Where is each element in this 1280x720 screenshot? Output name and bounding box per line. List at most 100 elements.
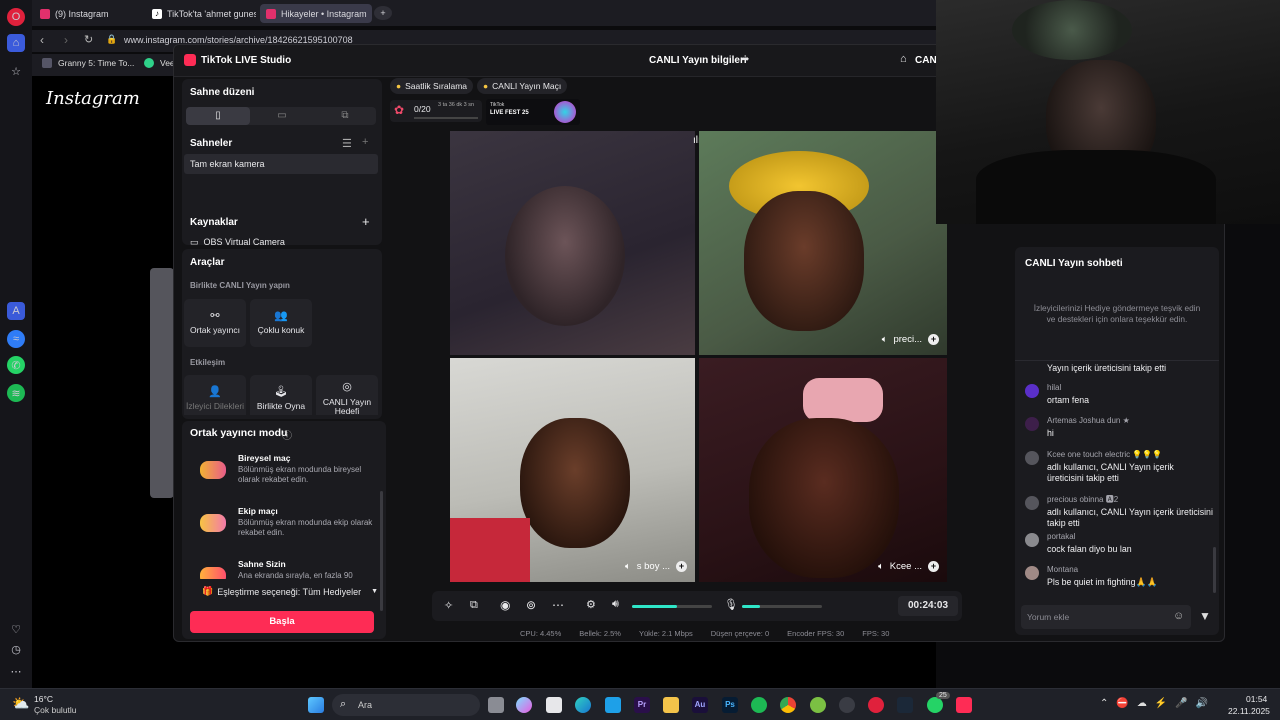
more-options-icon[interactable]: ⋯ <box>552 598 564 612</box>
clock-date[interactable]: 22.11.2025 <box>1228 706 1270 716</box>
avatar <box>1025 533 1039 547</box>
add-icon[interactable]: + <box>928 333 939 345</box>
explorer-icon[interactable] <box>663 697 679 713</box>
video-tile-3[interactable]: 🔈︎ s boy ... + <box>450 358 695 582</box>
copilot-icon[interactable] <box>516 697 532 713</box>
emoji-icon[interactable]: ☺ <box>1173 610 1184 622</box>
solo-match-item[interactable]: Bireysel maç Bölünmüş ekran modunda bire… <box>194 453 374 499</box>
messenger-icon[interactable]: ≈ <box>7 330 25 348</box>
story-preview-left[interactable] <box>150 268 174 498</box>
volume-icon[interactable]: 🔊︎ <box>612 598 619 611</box>
live-info-title[interactable]: CANLI Yayın bilgileri <box>649 55 747 66</box>
microphone-icon[interactable]: 🎙︎ <box>724 598 738 611</box>
camera-flip-icon[interactable]: ⊚ <box>526 598 536 612</box>
edge-icon[interactable] <box>575 697 591 713</box>
start-button[interactable]: Başla <box>190 611 374 633</box>
add-icon[interactable]: + <box>676 560 687 572</box>
gift-goal-widget[interactable]: ✿ 0/20 3 ta 36 dk 3 sn <box>390 100 482 122</box>
task-view-icon[interactable] <box>488 697 504 713</box>
chat-user[interactable]: Montana <box>1047 565 1078 575</box>
viewer-wishes-button[interactable]: 👤 İzleyici Dilekleri <box>184 375 246 415</box>
record-icon[interactable]: ◉ <box>500 598 510 612</box>
tray-icons[interactable]: ⌃⛔☁⚡🎤🔊 <box>1100 698 1216 709</box>
reload-icon[interactable]: ↻ <box>84 33 93 46</box>
aria-icon[interactable]: A <box>7 302 25 320</box>
guest-name-pill[interactable]: 🔈︎ Kcee ... + <box>878 558 939 574</box>
scene-item[interactable]: Tam ekran kamera <box>184 154 378 174</box>
chat-user[interactable]: Kcee one touch electric 💡💡💡 <box>1047 450 1162 460</box>
star-icon[interactable]: ☆ <box>7 62 25 80</box>
add-source-icon[interactable]: + <box>362 214 370 229</box>
chat-user[interactable]: Artemas Joshua dun ★ <box>1047 416 1130 426</box>
home-icon[interactable]: ⌂ <box>900 53 907 65</box>
landscape-layout-icon[interactable]: ▭ <box>250 107 314 125</box>
new-tab-button[interactable]: + <box>374 6 392 20</box>
live-chat-panel: CANLI Yayın sohbeti İzleyicilerinizi Hed… <box>1015 247 1219 635</box>
chat-message: Yayın içerik üreticisini takip etti <box>1023 363 1219 377</box>
weather-icon[interactable]: ⛅ <box>12 695 29 712</box>
cohost-button[interactable]: ⚯ Ortak yayıncı <box>184 299 246 347</box>
add-icon[interactable]: + <box>928 560 939 572</box>
portrait-layout-icon[interactable]: ▯ <box>186 107 250 125</box>
opera-icon[interactable] <box>868 697 884 713</box>
taskbar-search[interactable]: ⌕ Ara <box>332 694 480 716</box>
whatsapp-icon[interactable]: ✆ <box>7 356 25 374</box>
tab-tiktok[interactable]: ♪ TikTok'ta 'ahmet gunes' b <box>146 4 256 23</box>
tab-stories[interactable]: Hikayeler • Instagram <box>260 4 372 23</box>
video-tile-2[interactable]: 🔈︎ preci... + <box>699 131 947 355</box>
spotify-icon[interactable]: ≋ <box>7 384 25 402</box>
chat-user[interactable]: portakal <box>1047 532 1075 542</box>
bookmark-veel[interactable]: Veel <box>144 58 177 68</box>
windows-start-icon[interactable] <box>308 697 324 713</box>
guest-name-pill[interactable]: 🔈︎ preci... + <box>882 331 939 347</box>
source-item[interactable]: ▭ OBS Virtual Camera <box>190 237 285 245</box>
chat-scrollbar[interactable] <box>1213 547 1216 593</box>
store-icon[interactable] <box>546 697 562 713</box>
stage-yours-item[interactable]: Sahne Sizin Ana ekranda sırayla, en fazl… <box>194 559 374 579</box>
share-icon[interactable]: ➦ <box>741 54 749 65</box>
video-tile-1[interactable] <box>450 131 695 355</box>
add-scene-icon[interactable]: + <box>362 136 368 148</box>
video-tile-4[interactable]: 🔈︎ Kcee ... + <box>699 358 947 582</box>
clock-time[interactable]: 01:54 <box>1246 694 1267 704</box>
opera-logo-icon[interactable]: O <box>7 8 25 26</box>
filter-icon[interactable]: ▼ <box>1199 609 1211 623</box>
heart-icon[interactable]: ♡ <box>7 620 25 638</box>
tab-instagram[interactable]: (9) Instagram <box>34 4 142 23</box>
steam-icon[interactable] <box>897 697 913 713</box>
forward-icon[interactable]: › <box>64 33 68 47</box>
app-icon-2[interactable] <box>839 697 855 713</box>
help-icon[interactable]: ⓘ <box>282 427 292 442</box>
chat-user[interactable]: precious obinna 🅰2 <box>1047 495 1118 505</box>
live-fest-banner[interactable]: TikTok LIVE FEST 25 <box>486 99 580 125</box>
bookmark-granny[interactable]: Granny 5: Time To... <box>42 58 134 68</box>
history-icon[interactable]: ◷ <box>7 640 25 658</box>
chrome-icon[interactable] <box>780 697 796 713</box>
chat-user[interactable]: hilal <box>1047 383 1061 393</box>
tiktok-studio-icon[interactable] <box>956 697 972 713</box>
more-icon[interactable]: ⋯ <box>7 662 25 680</box>
play-together-button[interactable]: 🕹 Birlikte Oyna <box>250 375 312 415</box>
scrollbar[interactable] <box>380 491 383 611</box>
dual-layout-icon[interactable]: ⧉ <box>314 107 376 125</box>
multi-guest-button[interactable]: 👥 Çoklu konuk <box>250 299 312 347</box>
instagram-logo[interactable]: Instagram <box>46 88 140 109</box>
app-icon[interactable] <box>810 697 826 713</box>
live-match-pill[interactable]: ● CANLI Yayın Maçı <box>477 78 568 94</box>
notepad-icon[interactable] <box>605 697 621 713</box>
team-match-item[interactable]: Ekip maçı Bölünmüş ekran modunda ekip ol… <box>194 506 374 552</box>
guest-name-pill[interactable]: 🔈︎ s boy ... + <box>625 558 687 574</box>
chat-notice: İzleyicilerinizi Hediye göndermeye teşvi… <box>1033 303 1201 324</box>
spotify-icon[interactable] <box>751 697 767 713</box>
chat-input[interactable]: Yorum ekle ☺ <box>1021 605 1191 629</box>
screenshot-icon[interactable]: ⧉ <box>470 599 478 612</box>
list-icon[interactable]: ☰ <box>342 137 352 150</box>
hourly-ranking-pill[interactable]: ● Saatlik Sıralama <box>390 78 474 94</box>
effects-icon[interactable]: ✧ <box>444 599 453 612</box>
settings-slider-icon[interactable]: ⚙ <box>586 598 596 611</box>
back-icon[interactable]: ‹ <box>40 33 44 47</box>
home-icon[interactable]: ⌂ <box>7 34 25 52</box>
live-goal-button[interactable]: ◎ CANLI Yayın Hedefi <box>316 375 378 415</box>
match-option-select[interactable]: 🎁 Eşleştirme seçeneği: Tüm Hediyeler ▼ <box>202 586 378 597</box>
whatsapp-icon[interactable] <box>927 697 943 713</box>
